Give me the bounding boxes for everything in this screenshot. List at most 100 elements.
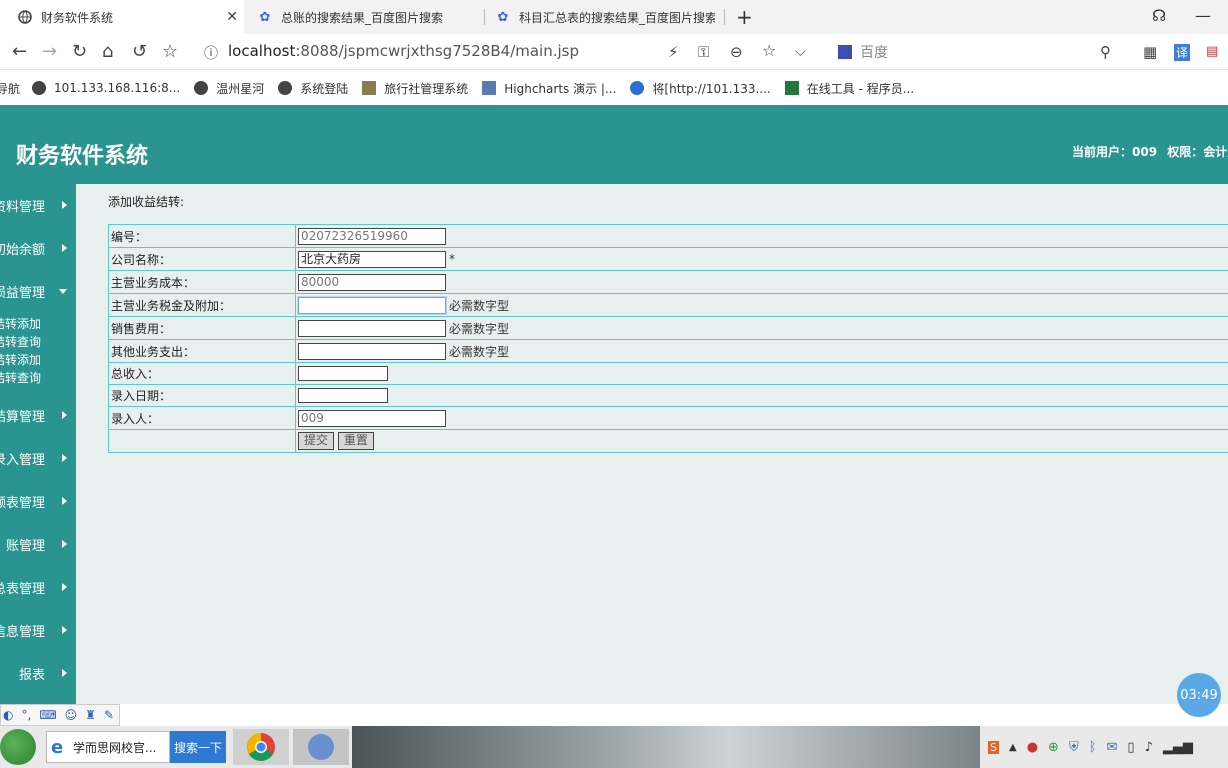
bear-icon[interactable]: ● xyxy=(1027,740,1038,755)
tax-surcharge-field[interactable] xyxy=(298,296,446,314)
bookmark-item[interactable]: 系统登陆 xyxy=(278,80,348,97)
url-field[interactable]: localhost:8088/jspmcwrjxthsg7528B4/main.… xyxy=(228,42,579,60)
sidebar-subitem[interactable]: 结转添加 xyxy=(0,351,76,367)
moon-icon[interactable]: ◐ xyxy=(3,708,13,722)
minimize-icon[interactable]: — xyxy=(1195,6,1211,25)
wrench-icon[interactable]: ✎ xyxy=(104,708,114,722)
info-icon[interactable]: ⓘ xyxy=(204,43,218,63)
close-icon[interactable]: ✕ xyxy=(226,9,238,25)
chat-icon[interactable]: ✉ xyxy=(1107,740,1118,755)
sidebar-item-settlement[interactable]: 结算管理 xyxy=(0,405,76,425)
bookmark-item[interactable]: 温州星河 xyxy=(194,80,264,97)
new-tab-icon[interactable]: + xyxy=(736,5,753,29)
bookmark-item[interactable]: 在线工具 - 程序员... xyxy=(784,80,914,97)
field-label: 录入人： xyxy=(108,406,296,430)
sidebar-item-initial-balance[interactable]: 初始余额 xyxy=(0,238,76,258)
main-business-cost-field[interactable]: 80000 xyxy=(298,273,446,291)
sidebar-item-account[interactable]: 账管理 xyxy=(0,534,76,554)
form-row: 其他业务支出： 必需数字型 xyxy=(108,339,1228,363)
taskbar-app[interactable] xyxy=(293,729,349,765)
bookmark-item[interactable]: 旅行社管理系统 xyxy=(362,80,468,97)
chevron-down-icon[interactable]: ⌵ xyxy=(795,44,806,60)
entered-by-field[interactable]: 009 xyxy=(298,409,446,427)
bookmark-item[interactable]: 导航 xyxy=(0,80,20,97)
taskbar-ie[interactable]: e 学而思网校官... xyxy=(46,731,170,763)
sidebar-item-data[interactable]: 资料管理 xyxy=(0,195,76,215)
sidebar-item-summary[interactable]: 汇总表管理 xyxy=(0,577,76,597)
id-field[interactable]: 02072326519960 xyxy=(298,227,446,245)
tray-expand-icon[interactable]: ▲ xyxy=(1009,742,1017,753)
paw-icon: ✿ xyxy=(259,9,271,25)
field-label: 销售费用： xyxy=(108,316,296,340)
paw-icon: ✿ xyxy=(497,9,509,25)
shield-icon[interactable]: ⛨ xyxy=(1069,740,1079,755)
battery-icon[interactable]: ▯ xyxy=(1127,740,1134,755)
chevron-right-icon xyxy=(62,411,67,419)
reset-button[interactable]: 重置 xyxy=(337,432,374,450)
form-row: 编号： 02072326519960 xyxy=(108,224,1228,248)
key-icon[interactable]: ⚿ xyxy=(698,43,709,61)
search-input[interactable]: 百度 xyxy=(838,42,1088,62)
user-icon[interactable]: ☺ xyxy=(65,708,78,722)
bluetooth-icon[interactable]: ᛒ xyxy=(1089,740,1097,755)
reload-icon[interactable]: ↻ xyxy=(72,41,87,62)
bookmark-star-icon[interactable]: ☆ xyxy=(762,41,776,60)
sidebar-subitem[interactable]: 结转查询 xyxy=(0,333,76,349)
start-icon[interactable] xyxy=(0,729,36,765)
sidebar-item-profit-loss[interactable]: 损益管理 xyxy=(0,281,76,301)
zoom-icon[interactable]: ⊖ xyxy=(730,43,743,61)
sidebar-subitem[interactable]: 结转查询 xyxy=(0,369,76,385)
sidebar-subitem[interactable]: 结转添加 xyxy=(0,315,76,331)
bookmark-item[interactable]: Highcharts 演示 |... xyxy=(482,80,616,97)
signal-icon[interactable]: ▂▄▆ xyxy=(1163,740,1193,755)
form-row: 主营业务税金及附加： 必需数字型 xyxy=(108,293,1228,317)
search-icon[interactable]: ⚲ xyxy=(1100,43,1111,61)
pdf-icon[interactable]: ▤ xyxy=(1206,44,1218,59)
sidebar-item-report[interactable]: 报表 xyxy=(0,663,76,683)
form-row: 提交 重置 xyxy=(108,429,1228,453)
entry-date-field[interactable] xyxy=(298,388,388,403)
sales-expense-field[interactable] xyxy=(298,319,446,337)
required-mark: * xyxy=(449,252,455,266)
form-title: 添加收益结转: xyxy=(108,195,185,209)
taskbar-search-button[interactable]: 搜索一下 xyxy=(170,731,226,763)
tab-separator xyxy=(484,9,485,25)
grid-icon[interactable]: ▦ xyxy=(1143,43,1157,61)
other-expense-field[interactable] xyxy=(298,342,446,360)
edge-icon xyxy=(630,81,645,95)
sidebar-item-entry[interactable]: 录入管理 xyxy=(0,448,76,468)
star-icon[interactable]: ☆ xyxy=(162,41,178,62)
system-tray: S ▲ ● ⊕ ⛨ ᛒ ✉ ▯ ♪ ▂▄▆ xyxy=(980,726,1228,768)
tab-search-summary[interactable]: ✿ 科目汇总表的搜索结果_百度图片搜索 xyxy=(496,0,722,34)
company-name-field[interactable]: 北京大药房 xyxy=(298,250,446,268)
app-title: 财务软件系统 xyxy=(16,143,149,169)
headset-icon[interactable]: ☊ xyxy=(1152,6,1166,25)
submit-button[interactable]: 提交 xyxy=(298,432,335,450)
sidebar-item-info[interactable]: 信息管理 xyxy=(0,620,76,640)
forward-icon[interactable]: → xyxy=(42,41,57,62)
keyboard-icon[interactable]: ⌨ xyxy=(39,708,56,722)
bookmark-item[interactable]: 将[http://101.133.... xyxy=(630,80,771,97)
chrome-icon xyxy=(247,733,275,761)
plus-icon[interactable]: ⊕ xyxy=(1048,740,1059,755)
url-host: localhost xyxy=(228,42,296,60)
field-label: 主营业务税金及附加： xyxy=(108,293,296,317)
sogou-icon[interactable]: S xyxy=(988,740,999,754)
total-income-field[interactable] xyxy=(298,366,388,381)
shirt-icon[interactable]: ♜ xyxy=(85,708,96,722)
home-icon[interactable]: ⌂ xyxy=(102,41,113,62)
lightning-icon[interactable]: ⚡ xyxy=(668,43,679,61)
undo-icon[interactable]: ↺ xyxy=(132,41,147,62)
punctuation-icon[interactable]: °, xyxy=(21,708,31,722)
translate-icon[interactable]: 译 xyxy=(1174,44,1191,61)
tab-search-ledger[interactable]: ✿ 总账的搜索结果_百度图片搜索 xyxy=(258,0,484,34)
sidebar-item-balance-sheet[interactable]: 余额表管理 xyxy=(0,491,76,511)
back-icon[interactable]: ← xyxy=(12,41,27,62)
recording-timer[interactable]: 03:49 xyxy=(1177,673,1221,717)
field-label: 主营业务成本： xyxy=(108,270,296,294)
taskbar-chrome[interactable] xyxy=(233,729,289,765)
bookmark-item[interactable]: 101.133.168.116:8... xyxy=(32,81,180,95)
tab-finance-system[interactable]: 财务软件系统 ✕ xyxy=(0,0,244,34)
volume-icon[interactable]: ♪ xyxy=(1145,740,1153,755)
field-label: 公司名称： xyxy=(108,247,296,271)
